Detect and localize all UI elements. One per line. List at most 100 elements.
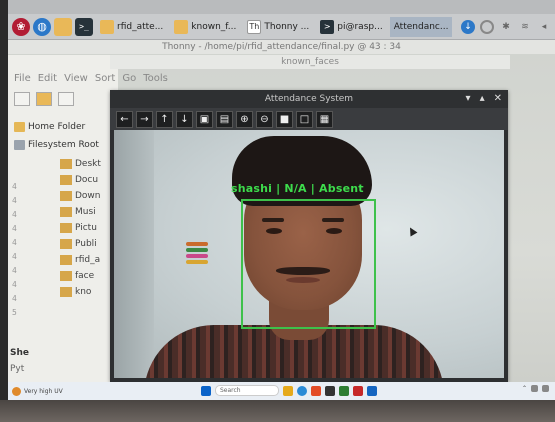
- zoom-fit-icon[interactable]: ▣: [196, 110, 213, 128]
- bluetooth-icon[interactable]: ✱: [499, 20, 513, 34]
- menu-edit[interactable]: Edit: [38, 73, 57, 84]
- tree-item[interactable]: Docu: [60, 172, 112, 188]
- folder-tree: Deskt Docu Down Musi Pictu Publi rfid_a …: [60, 156, 112, 300]
- tree-item[interactable]: rfid_a: [60, 252, 112, 268]
- search-box[interactable]: Search: [215, 385, 279, 396]
- task-label: Thonny ...: [264, 21, 310, 32]
- task-attendance[interactable]: Attendanc...: [389, 16, 453, 37]
- wifi-icon[interactable]: [531, 385, 538, 392]
- desk-surface: [0, 400, 555, 422]
- task-rfid-attendance[interactable]: rfid_atte...: [96, 17, 167, 37]
- line-numbers: 4 4 4 4 4 4 4 4 4 5: [12, 182, 17, 317]
- app-icon[interactable]: [367, 385, 377, 396]
- close-icon[interactable]: ✕: [494, 93, 502, 104]
- explorer-icon[interactable]: [283, 385, 293, 396]
- store-icon[interactable]: [325, 385, 335, 396]
- browser-icon[interactable]: ◍: [33, 17, 51, 36]
- menu-file[interactable]: File: [14, 73, 31, 84]
- pan-right-icon[interactable]: →: [136, 110, 153, 128]
- folder-icon: [60, 287, 72, 297]
- chrome-icon[interactable]: [311, 385, 321, 396]
- folder-icon: [60, 175, 72, 185]
- task-terminal[interactable]: > pi@rasp...: [316, 17, 386, 37]
- maximize-icon[interactable]: ▴: [480, 93, 485, 104]
- volume-icon[interactable]: [542, 385, 549, 392]
- folder-icon: [100, 19, 114, 34]
- system-tray: ↓ ✱ ≋ ◂: [461, 19, 551, 34]
- grid-icon[interactable]: [58, 92, 74, 106]
- properties-icon[interactable]: ▦: [316, 110, 333, 128]
- file-manager-icon[interactable]: [54, 17, 72, 36]
- thonny-icon: Th: [247, 19, 262, 34]
- task-thonny[interactable]: Th Thonny ...: [243, 17, 313, 37]
- file-manager-title: known_faces: [110, 55, 510, 69]
- pan-left-icon[interactable]: ←: [116, 110, 133, 128]
- pan-down-icon[interactable]: ↓: [176, 110, 193, 128]
- menu-tools[interactable]: Tools: [143, 73, 168, 84]
- folder-icon: [174, 19, 189, 34]
- tree-item[interactable]: Deskt: [60, 156, 112, 172]
- folder-icon: [60, 191, 72, 201]
- windows-start-icon[interactable]: [201, 385, 211, 396]
- file-manager-menu: File Edit View Sort Go Tools: [14, 73, 168, 84]
- folder-icon: [60, 255, 72, 265]
- zoom-in-icon[interactable]: ⊕: [236, 110, 253, 128]
- windows-taskbar: Very high UV Search ⌃: [8, 382, 555, 400]
- tree-item[interactable]: Down: [60, 188, 112, 204]
- wifi-icon[interactable]: ≋: [518, 20, 532, 34]
- tree-item[interactable]: Musi: [60, 204, 112, 220]
- weather-text: Very high UV: [24, 387, 63, 395]
- zoom-out-icon[interactable]: ⊖: [256, 110, 273, 128]
- chevron-up-icon[interactable]: ⌃: [522, 385, 527, 392]
- thonny-window-title: Thonny - /home/pi/rfid_attendance/final.…: [8, 40, 555, 54]
- folder-icon: [60, 271, 72, 281]
- window-controls: ▾ ▴ ✕: [466, 93, 502, 104]
- cpu-icon[interactable]: [480, 19, 494, 34]
- pan-up-icon[interactable]: ↑: [156, 110, 173, 128]
- weather-widget[interactable]: Very high UV: [8, 386, 68, 396]
- terminal-icon[interactable]: >_: [75, 17, 93, 36]
- home-folder-icon: [14, 122, 25, 132]
- shell-tab-label[interactable]: She: [10, 348, 29, 358]
- tree-item[interactable]: Publi: [60, 236, 112, 252]
- menu-go[interactable]: Go: [122, 73, 136, 84]
- sidebar-item-filesystem[interactable]: Filesystem Root: [14, 136, 110, 154]
- folder-icon: [60, 239, 72, 249]
- raspberry-menu-icon[interactable]: ❀: [12, 17, 30, 36]
- tree-item[interactable]: kno: [60, 284, 112, 300]
- image-toolbar: ← → ↑ ↓ ▣ ▤ ⊕ ⊖ ■ □ ▦: [110, 108, 508, 130]
- attendance-titlebar[interactable]: Attendance System ▾ ▴ ✕: [110, 90, 508, 108]
- save-icon[interactable]: ■: [276, 110, 293, 128]
- folder-icon[interactable]: [36, 92, 52, 106]
- drive-icon: [14, 140, 25, 150]
- menu-view[interactable]: View: [64, 73, 88, 84]
- taskbar-center: Search: [201, 385, 377, 396]
- monitor-bezel: [0, 0, 8, 422]
- sidebar-item-home[interactable]: Home Folder: [14, 118, 110, 136]
- tree-item[interactable]: face: [60, 268, 112, 284]
- sidebar-item-label: Filesystem Root: [28, 140, 99, 150]
- tree-item[interactable]: Pictu: [60, 220, 112, 236]
- volume-icon[interactable]: ◂: [537, 20, 551, 34]
- view-icon[interactable]: [14, 92, 30, 106]
- folder-icon: [60, 159, 72, 169]
- update-icon[interactable]: ↓: [461, 19, 475, 34]
- top-strip: [8, 0, 555, 14]
- task-known-faces[interactable]: known_f...: [170, 17, 240, 37]
- edge-icon[interactable]: [297, 385, 307, 396]
- background-door: [114, 130, 154, 378]
- zoom-original-icon[interactable]: ▤: [216, 110, 233, 128]
- app-icon[interactable]: [339, 385, 349, 396]
- task-label: pi@rasp...: [337, 21, 383, 32]
- menu-sort[interactable]: Sort: [95, 73, 116, 84]
- sun-icon: [12, 386, 21, 396]
- folder-icon: [60, 207, 72, 217]
- face-detection-box: [241, 199, 376, 329]
- app-icon[interactable]: [353, 385, 363, 396]
- shell-prompt: Pyt: [10, 364, 25, 374]
- task-label: Attendanc...: [393, 21, 449, 32]
- minimize-icon[interactable]: ▾: [466, 93, 471, 104]
- file-manager-sidebar: Home Folder Filesystem Root: [14, 118, 110, 154]
- task-label: rfid_atte...: [117, 21, 164, 32]
- copy-icon[interactable]: □: [296, 110, 313, 128]
